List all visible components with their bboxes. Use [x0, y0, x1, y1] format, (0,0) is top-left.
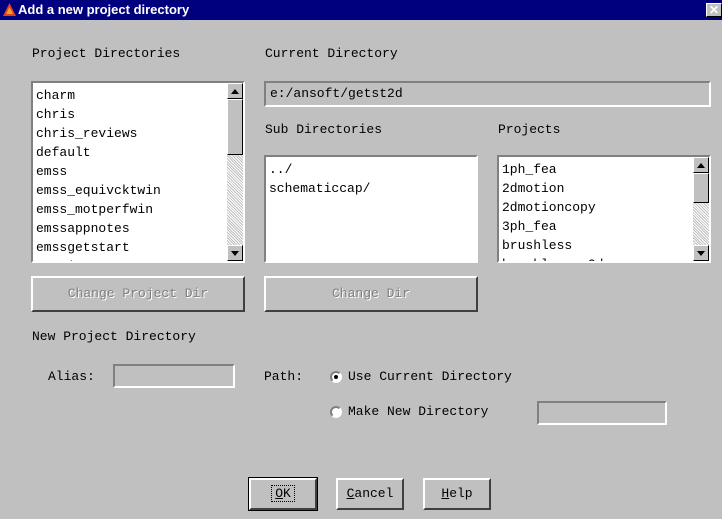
make-new-directory-radio[interactable]: [330, 406, 342, 418]
scroll-down-button[interactable]: [693, 245, 709, 261]
list-item[interactable]: schematiccap/: [269, 179, 370, 198]
list-item[interactable]: brushless_m2d: [502, 255, 603, 261]
cancel-button[interactable]: Cancel: [336, 478, 404, 510]
use-current-directory-label[interactable]: Use Current Directory: [348, 369, 512, 384]
current-directory-value: e:/ansoft/getst2d: [270, 86, 403, 101]
change-project-dir-button[interactable]: Change Project Dir: [31, 276, 245, 312]
alias-label: Alias:: [48, 369, 95, 384]
list-item[interactable]: default: [36, 143, 161, 162]
list-item[interactable]: ../: [269, 160, 370, 179]
app-logo-icon: [3, 3, 16, 16]
list-item[interactable]: emssi24_nov29: [36, 257, 161, 261]
list-item[interactable]: 3ph_fea: [502, 217, 603, 236]
list-item[interactable]: emss_motperfwin: [36, 200, 161, 219]
path-label: Path:: [264, 369, 304, 384]
arrow-down-icon: [231, 250, 239, 256]
dialog-window: Add a new project directory ✕ Project Di…: [0, 0, 722, 519]
close-button[interactable]: ✕: [706, 3, 722, 17]
current-directory-field: e:/ansoft/getst2d: [264, 81, 711, 107]
list-item[interactable]: 2dmotion: [502, 179, 603, 198]
list-item[interactable]: emssgetstart: [36, 238, 161, 257]
make-new-directory-label[interactable]: Make New Directory: [348, 404, 488, 419]
scroll-thumb[interactable]: [227, 99, 243, 155]
arrow-down-icon: [697, 250, 705, 256]
project-directories-label: Project Directories: [32, 46, 181, 61]
alias-input[interactable]: [113, 364, 235, 388]
list-item[interactable]: chris: [36, 105, 161, 124]
projects-list[interactable]: 1ph_fea 2dmotion 2dmotioncopy 3ph_fea brushl…: [497, 155, 711, 263]
list-item[interactable]: chris_reviews: [36, 124, 161, 143]
list-item[interactable]: emss: [36, 162, 161, 181]
ok-button-label: OK: [271, 485, 295, 502]
arrow-up-icon: [697, 162, 705, 168]
list-item[interactable]: 1ph_fea: [502, 160, 603, 179]
list-item[interactable]: emssappnotes: [36, 219, 161, 238]
new-project-directory-label: New Project Directory: [32, 329, 196, 344]
list-item[interactable]: charm: [36, 86, 161, 105]
project-directories-list[interactable]: charm chris chris_reviews default emss emss_e…: [31, 81, 245, 263]
window-title: Add a new project directory: [18, 2, 190, 17]
list-item[interactable]: 2dmotioncopy: [502, 198, 603, 217]
scroll-down-button[interactable]: [227, 245, 243, 261]
scroll-up-button[interactable]: [693, 157, 709, 173]
list-item[interactable]: emss_equivcktwin: [36, 181, 161, 200]
list-item[interactable]: brushless: [502, 236, 603, 255]
project-directories-scrollbar[interactable]: [227, 83, 243, 261]
projects-scrollbar[interactable]: [693, 157, 709, 261]
change-dir-button[interactable]: Change Dir: [264, 276, 478, 312]
close-icon: ✕: [708, 3, 720, 17]
sub-directories-label: Sub Directories: [265, 122, 383, 137]
scroll-up-button[interactable]: [227, 83, 243, 99]
projects-label: Projects: [498, 122, 561, 137]
use-current-directory-radio[interactable]: [330, 371, 342, 383]
help-button[interactable]: Help: [423, 478, 491, 510]
ok-button[interactable]: OK: [248, 477, 318, 511]
title-bar: Add a new project directory ✕: [0, 0, 722, 20]
make-new-directory-input[interactable]: [537, 401, 667, 425]
radio-selected-dot: [334, 375, 338, 379]
scroll-thumb[interactable]: [693, 173, 709, 203]
arrow-up-icon: [231, 88, 239, 94]
current-directory-label: Current Directory: [265, 46, 398, 61]
sub-directories-list[interactable]: ../schematiccap/: [264, 155, 478, 263]
